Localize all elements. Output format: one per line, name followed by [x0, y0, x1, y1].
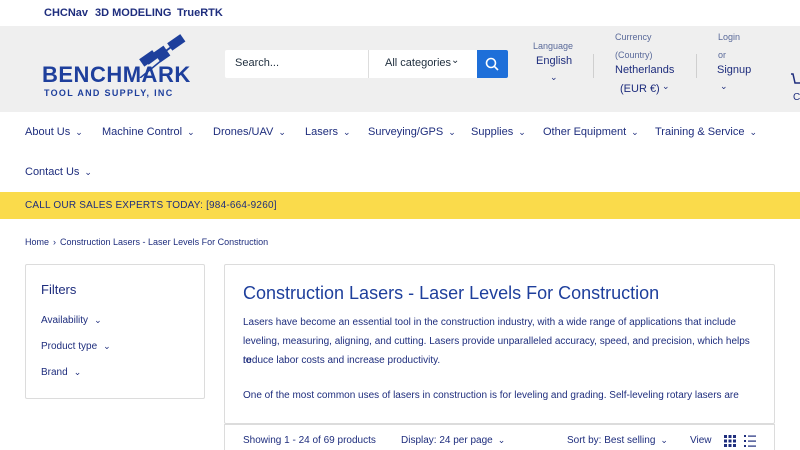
top-link-3d-modeling[interactable]: 3D MODELING	[95, 7, 171, 19]
language-label: Language	[533, 41, 574, 51]
nav-item-label: Other Equipment	[543, 126, 627, 138]
product-toolbar: Showing 1 - 24 of 69 products Display: 2…	[224, 424, 775, 450]
search-bar: Search... All categories ⌄	[225, 50, 508, 78]
language-select[interactable]: English	[536, 55, 572, 67]
page-title: Construction Lasers - Laser Levels For C…	[243, 283, 660, 303]
filter-label: Product type	[41, 341, 98, 352]
currency-label-country: (Country)	[615, 50, 653, 60]
nav-item-surveying[interactable]: Surveying/GPS ⌄	[368, 126, 456, 138]
or-label: or	[718, 50, 727, 60]
search-icon	[485, 57, 499, 71]
top-link-chcnav[interactable]: CHCNav	[44, 7, 88, 19]
chevron-down-icon: ⌄	[662, 81, 670, 91]
nav-item-machine-control[interactable]: Machine Control ⌄	[102, 126, 195, 138]
logo-wordmark: BENCHMARK	[42, 62, 191, 87]
chevron-down-icon: ⌄	[103, 341, 111, 351]
currency-code[interactable]: (EUR €)	[620, 83, 660, 95]
nav-item-other-equipment[interactable]: Other Equipment ⌄	[543, 126, 639, 138]
display-select[interactable]: Display: 24 per page ⌄	[401, 435, 505, 446]
top-link-truertk[interactable]: TrueRTK	[177, 7, 223, 19]
nav-item-training-service[interactable]: Training & Service ⌄	[655, 126, 757, 138]
chevron-down-icon: ⌄	[497, 435, 506, 445]
nav-item-label: Lasers	[305, 126, 339, 138]
nav-item-supplies[interactable]: Supplies ⌄	[471, 126, 526, 138]
filter-label: Availability	[41, 315, 89, 326]
header: BENCHMARK TOOL AND SUPPLY, INC Search...…	[0, 26, 800, 112]
cart-label[interactable]: C	[793, 92, 800, 103]
promo-text[interactable]: CALL OUR SALES EXPERTS TODAY: [984-664-9…	[25, 200, 277, 211]
nav-item-label: Drones/UAV	[213, 126, 274, 138]
chevron-down-icon: ⌄	[278, 127, 286, 137]
filters-panel: Filters Availability ⌄ Product type ⌄ Bran…	[25, 264, 205, 399]
chevron-down-icon: ⌄	[749, 127, 758, 137]
cart-icon[interactable]	[790, 72, 800, 88]
header-divider	[593, 54, 594, 78]
chevron-down-icon: ⌄	[720, 81, 728, 91]
nav-item-label: About Us	[25, 126, 71, 138]
collection-description: Construction Lasers - Laser Levels For C…	[224, 264, 775, 424]
nav-item-contact-us[interactable]: Contact Us ⌄	[25, 166, 92, 178]
chevron-down-icon: ⌄	[660, 435, 668, 445]
chevron-down-icon: ⌄	[187, 127, 195, 137]
breadcrumb-home[interactable]: Home	[25, 237, 49, 247]
nav-item-label: Training & Service	[655, 126, 745, 138]
nav-item-drones[interactable]: Drones/UAV ⌄	[213, 126, 286, 138]
chevron-down-icon: ⌄	[75, 127, 83, 137]
main-nav: About Us ⌄ Machine Control ⌄ Drones/UAV ⌄ L…	[0, 112, 800, 192]
chevron-down-icon: ⌄	[518, 127, 526, 137]
description-line: One of the most common uses of lasers in…	[243, 390, 739, 401]
chevron-down-icon: ⌄	[343, 127, 351, 137]
promo-banner: CALL OUR SALES EXPERTS TODAY: [984-664-9…	[0, 192, 800, 219]
product-count: Showing 1 - 24 of 69 products	[243, 435, 376, 446]
nav-item-label: Supplies	[471, 126, 514, 138]
filter-availability[interactable]: Availability ⌄	[41, 315, 102, 326]
description-line: reduce labor costs and increase producti…	[243, 355, 441, 366]
header-divider	[696, 54, 697, 78]
currency-label: Currency	[615, 32, 652, 42]
currency-select[interactable]: Netherlands	[615, 64, 674, 76]
site-logo[interactable]: BENCHMARK TOOL AND SUPPLY, INC	[42, 34, 192, 104]
login-label[interactable]: Login	[718, 32, 740, 42]
search-input[interactable]: Search...	[235, 57, 279, 69]
nav-item-label: Contact Us	[25, 166, 80, 178]
chevron-down-icon: ⌄	[94, 315, 102, 325]
chevron-down-icon: ⌄	[451, 55, 460, 66]
sort-select[interactable]: Sort by: Best selling ⌄	[567, 435, 668, 446]
list-view-icon[interactable]	[744, 435, 756, 447]
signup-link[interactable]: Signup	[717, 64, 751, 76]
grid-view-icon[interactable]	[724, 435, 736, 447]
sort-label: Sort by: Best selling	[567, 435, 656, 446]
chevron-down-icon: ⌄	[448, 127, 456, 137]
nav-item-label: Surveying/GPS	[368, 126, 444, 138]
breadcrumb-current: Construction Lasers - Laser Levels For C…	[60, 237, 269, 247]
nav-item-label: Machine Control	[102, 126, 183, 138]
search-divider	[368, 50, 369, 78]
nav-item-lasers[interactable]: Lasers ⌄	[305, 126, 351, 138]
chevron-down-icon: ⌄	[84, 167, 92, 177]
filters-title: Filters	[41, 282, 77, 297]
logo-tagline: TOOL AND SUPPLY, INC	[44, 88, 174, 98]
filter-product-type[interactable]: Product type ⌄	[41, 341, 111, 352]
chevron-down-icon: ⌄	[73, 367, 82, 377]
chevron-down-icon: ⌄	[631, 127, 639, 137]
description-line: Lasers have become an essential tool in …	[243, 317, 736, 328]
view-label: View	[690, 435, 712, 446]
display-label: Display: 24 per page	[401, 435, 493, 446]
search-button[interactable]	[477, 50, 508, 78]
filter-brand[interactable]: Brand ⌄	[41, 367, 81, 378]
search-category-select[interactable]: All categories	[385, 57, 451, 69]
filter-label: Brand	[41, 367, 68, 378]
breadcrumb: Home › Construction Lasers - Laser Levels …	[25, 237, 268, 247]
breadcrumb-separator-icon: ›	[53, 237, 57, 247]
top-bar: CHCNav 3D MODELING TrueRTK	[0, 0, 800, 26]
nav-item-about-us[interactable]: About Us ⌄	[25, 126, 83, 138]
chevron-down-icon: ⌄	[550, 72, 558, 82]
